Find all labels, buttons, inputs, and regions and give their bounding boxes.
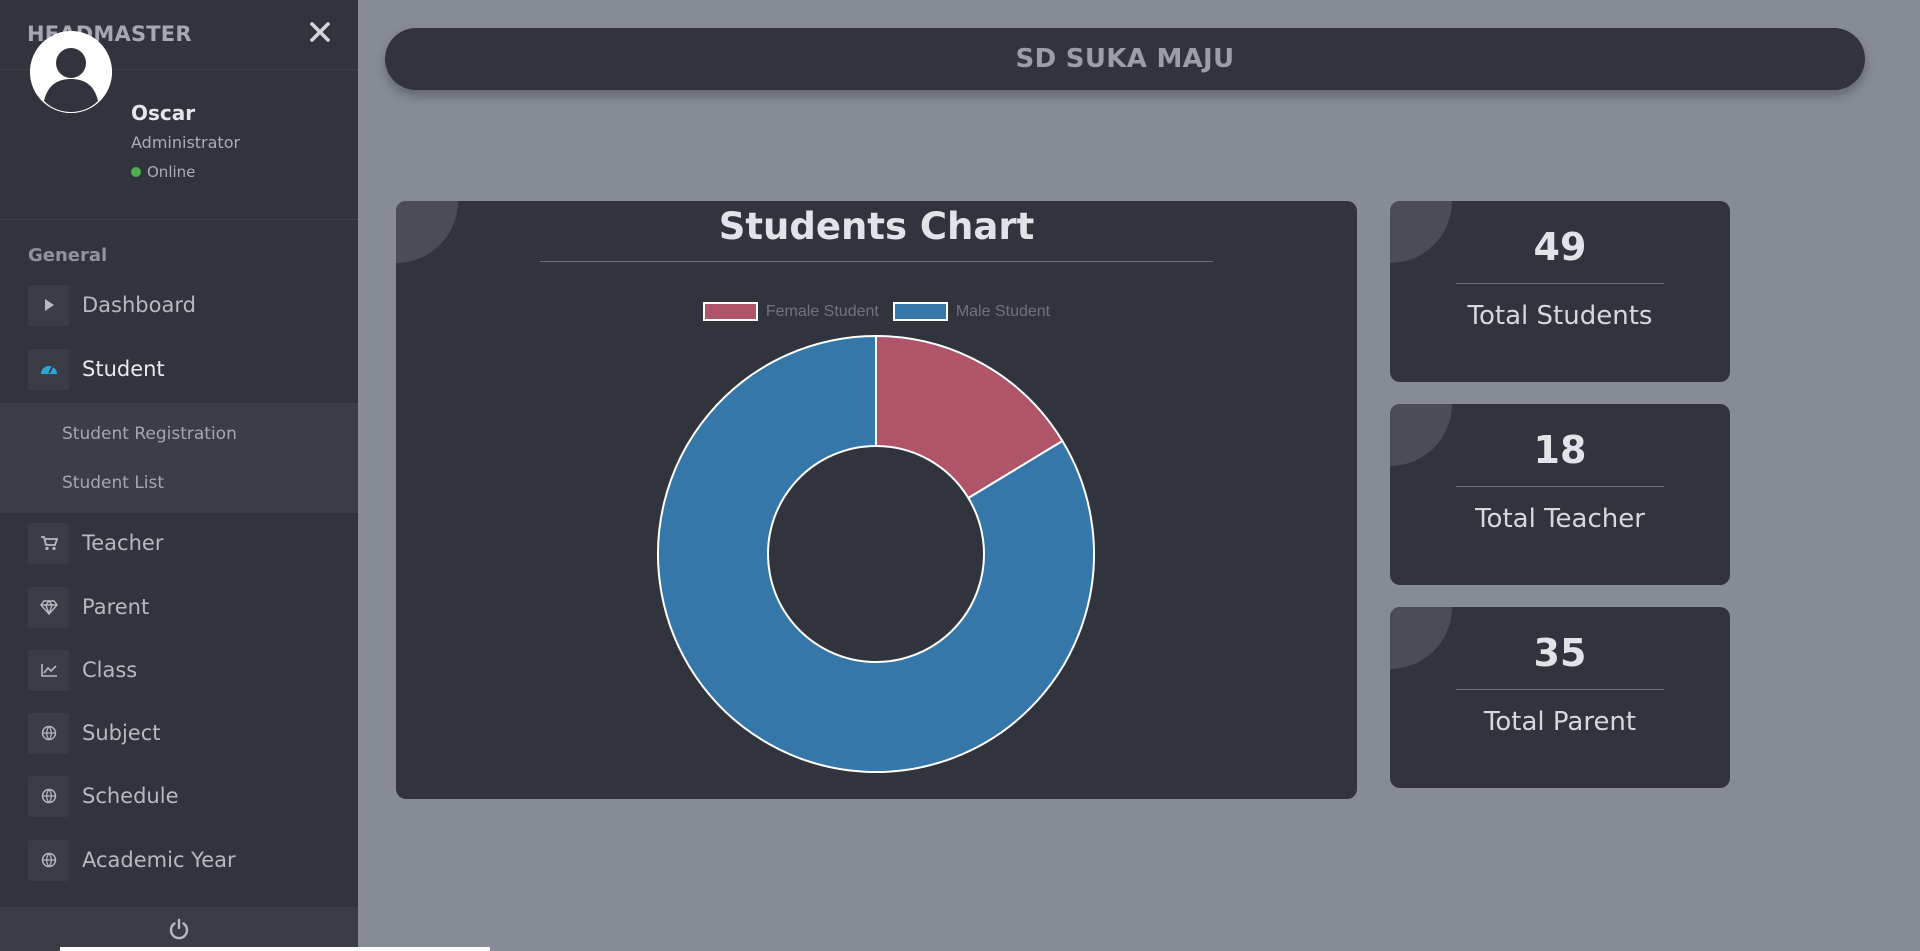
sidebar-item-label: Parent: [82, 595, 150, 619]
sidebar-item-dashboard[interactable]: Dashboard: [0, 276, 358, 334]
stat-card-total-teacher: 18 Total Teacher: [1390, 404, 1730, 585]
stat-value: 35: [1533, 631, 1587, 675]
globe-icon: [28, 839, 69, 881]
stat-value: 18: [1533, 428, 1587, 472]
online-status-dot: [131, 167, 141, 177]
cart-icon: [28, 522, 69, 564]
sidebar-item-label: Subject: [82, 721, 161, 745]
sidebar-item-label: Schedule: [82, 784, 179, 808]
profile-role: Administrator: [131, 133, 241, 152]
sidebar-item-label: Teacher: [82, 531, 164, 555]
diamond-icon: [28, 586, 69, 628]
stat-value: 49: [1533, 225, 1587, 269]
line-chart-icon: [28, 649, 69, 691]
stat-divider: [1456, 283, 1664, 284]
students-chart-card: Students Chart Female Student Male Stude…: [396, 201, 1357, 799]
sidebar-item-label: Academic Year: [82, 848, 236, 872]
profile-status-text: Online: [147, 163, 196, 181]
profile-name: Oscar: [131, 101, 196, 125]
stat-divider: [1456, 689, 1664, 690]
sidebar-item-label: Student: [82, 357, 165, 381]
sidebar-item-parent[interactable]: Parent: [0, 578, 358, 636]
power-icon: [169, 918, 189, 940]
sidebar-item-label: Class: [82, 658, 138, 682]
stat-divider: [1456, 486, 1664, 487]
sidebar: HEADMASTER Oscar Administrator Online Ge…: [0, 0, 358, 951]
sidebar-item-label: Dashboard: [82, 293, 196, 317]
profile-status: Online: [131, 163, 195, 181]
submenu-item-student-registration[interactable]: Student Registration: [62, 424, 237, 444]
doughnut-chart: [657, 334, 1095, 773]
stat-label: Total Parent: [1483, 707, 1637, 737]
sidebar-item-subject[interactable]: Subject: [0, 704, 358, 762]
logout-button[interactable]: [0, 907, 358, 951]
stat-label: Total Teacher: [1475, 504, 1645, 534]
stat-label: Total Students: [1467, 301, 1653, 331]
user-avatar-icon: [30, 31, 112, 113]
school-title: SD SUKA MAJU: [1015, 44, 1235, 74]
menu-section-title: General: [28, 245, 108, 266]
sidebar-item-schedule[interactable]: Schedule: [0, 767, 358, 825]
globe-icon: [28, 775, 69, 817]
sidebar-item-student[interactable]: Student: [0, 340, 358, 398]
stat-card-total-parent: 35 Total Parent: [1390, 607, 1730, 788]
sidebar-item-class[interactable]: Class: [0, 641, 358, 699]
stat-card-total-students: 49 Total Students: [1390, 201, 1730, 382]
close-icon[interactable]: [306, 18, 334, 46]
gauge-icon: [28, 348, 69, 390]
sidebar-item-academic-year[interactable]: Academic Year: [0, 831, 358, 889]
avatar[interactable]: [30, 31, 112, 113]
student-submenu: Student Registration Student List: [0, 403, 358, 513]
play-icon: [28, 284, 69, 326]
submenu-item-student-list[interactable]: Student List: [62, 473, 164, 493]
globe-icon: [28, 712, 69, 754]
bottom-scrollbar[interactable]: [60, 947, 490, 951]
top-header-bar: SD SUKA MAJU: [385, 28, 1865, 90]
sidebar-item-teacher[interactable]: Teacher: [0, 514, 358, 572]
